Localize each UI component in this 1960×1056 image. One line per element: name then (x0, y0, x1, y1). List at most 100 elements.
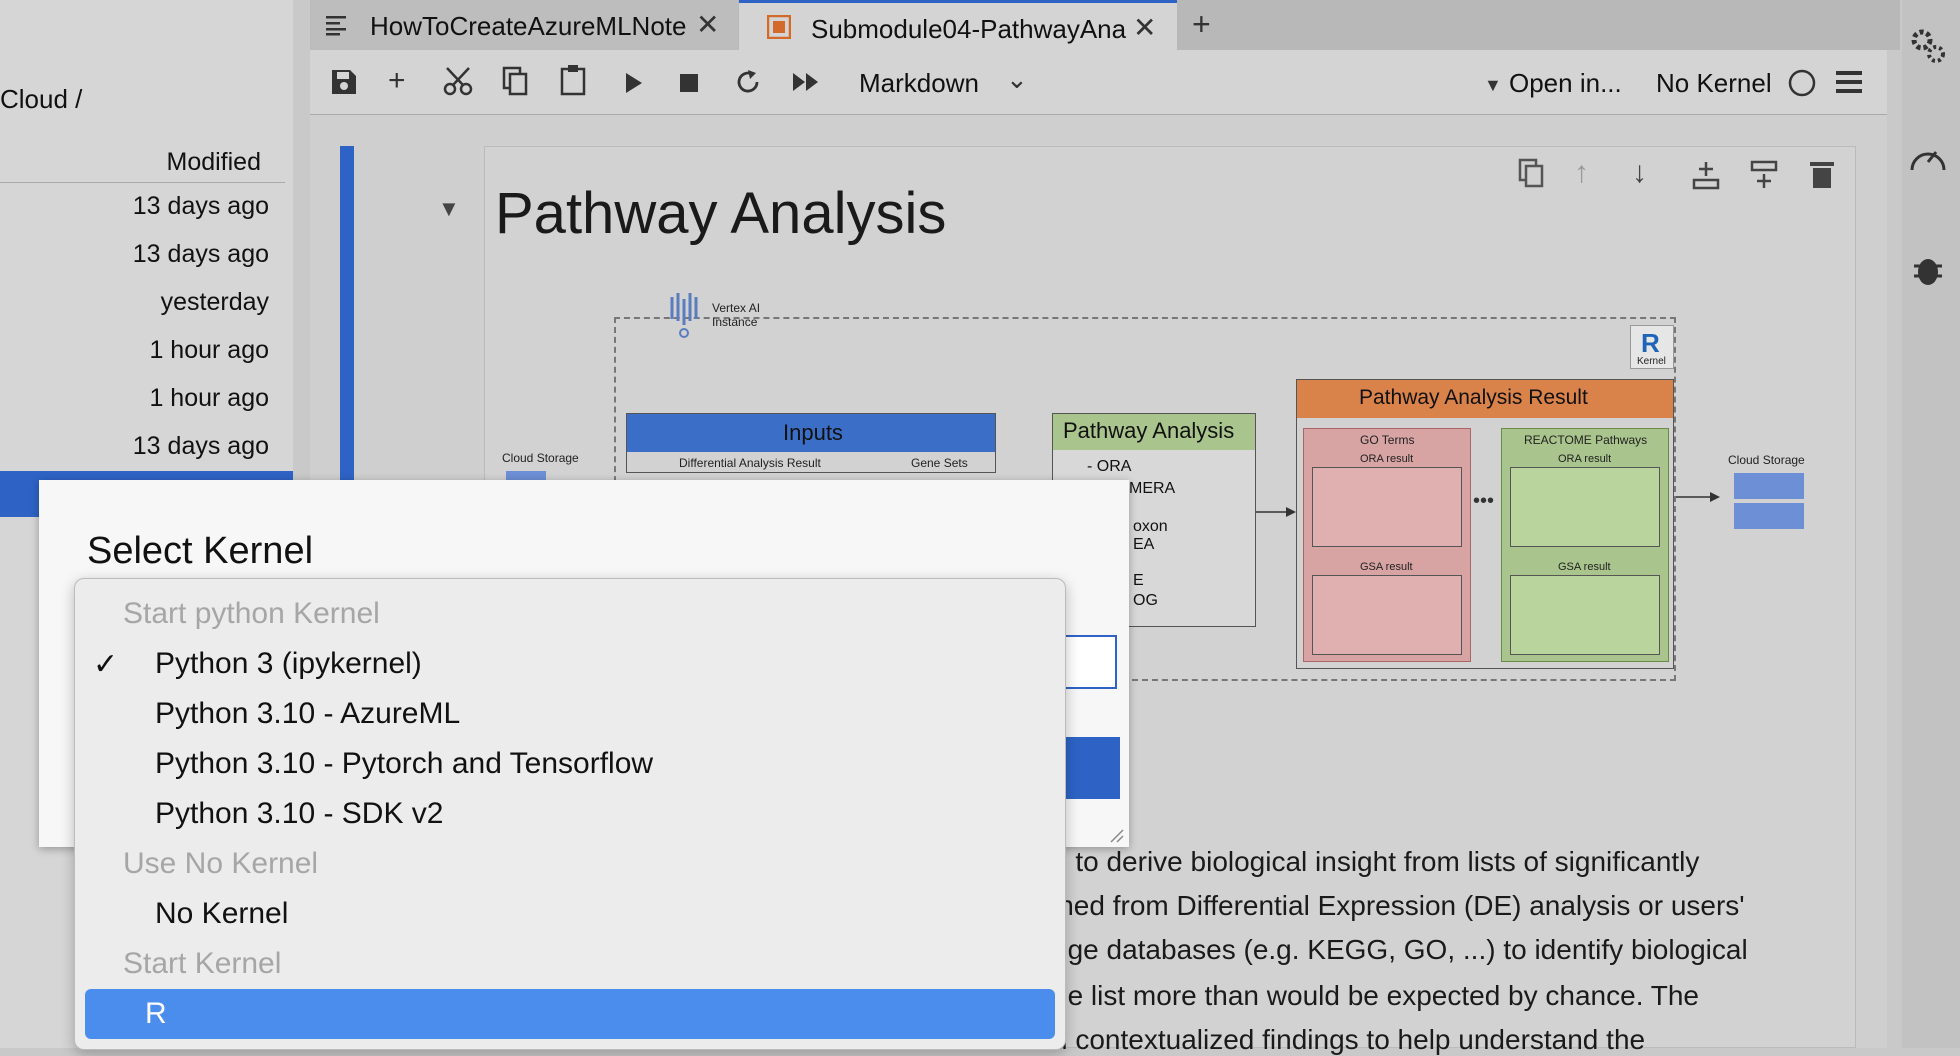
method-item: E (1133, 572, 1144, 589)
property-inspector-icon[interactable] (1910, 28, 1946, 64)
collapse-caret-icon[interactable]: ▼ (438, 196, 460, 222)
gauge-icon[interactable] (1908, 140, 1948, 176)
file-modified: 13 days ago (132, 192, 269, 220)
inputs-sub1: Differential Analysis Result (679, 456, 821, 470)
run-all-icon[interactable] (792, 72, 820, 92)
file-modified: yesterday (160, 288, 269, 316)
close-icon[interactable]: ✕ (696, 8, 719, 41)
r-logo-icon: R (1641, 328, 1660, 358)
inputs-box: Inputs Differential Analysis Result Gene… (626, 413, 996, 473)
markdown-line: ne list more than would be expected by c… (1052, 980, 1699, 1011)
vertex-label: Vertex AI (712, 301, 761, 315)
copy-icon[interactable] (502, 66, 530, 96)
file-modified: 1 hour ago (149, 336, 269, 364)
delete-cell-icon[interactable] (1810, 160, 1834, 188)
tab-pathway[interactable]: Submodule04-PathwayAna ✕ (739, 0, 1177, 50)
arrow-icon (1676, 492, 1720, 502)
caret-down-icon: ▼ (1484, 75, 1502, 95)
gsa-result-label: GSA result (1360, 561, 1413, 573)
add-cell-icon[interactable]: + (388, 64, 406, 98)
column-modified[interactable]: Modified (167, 148, 262, 177)
save-icon[interactable] (330, 68, 358, 96)
dialog-title: Select Kernel (87, 530, 314, 572)
method-item: - ORA (1087, 458, 1132, 475)
debugger-bug-icon[interactable] (1912, 252, 1944, 288)
tab-bar: HowToCreateAzureMLNote ✕ Submodule04-Pat… (310, 0, 1900, 50)
option-python310-pytorch-tensorflow[interactable]: Python 3.10 - Pytorch and Tensorflow (75, 739, 1065, 789)
markdown-line: d contextualized findings to help unders… (1052, 1024, 1646, 1055)
r-kernel-badge: R Kernel (1630, 325, 1674, 369)
duplicate-cell-icon[interactable] (1518, 158, 1546, 190)
file-list-header: Modified (0, 144, 285, 183)
markdown-line: d to derive biological insight from list… (1052, 846, 1700, 877)
file-modified: 13 days ago (132, 432, 269, 460)
move-down-icon[interactable]: ↓ (1632, 156, 1647, 190)
restart-icon[interactable] (734, 68, 762, 96)
ora-result-label: ORA result (1558, 453, 1612, 465)
vertex-ai-icon (670, 293, 698, 338)
cloud-storage-label: Cloud Storage (1728, 453, 1805, 467)
tab-title: HowToCreateAzureMLNote (370, 11, 687, 41)
cloud-storage-label: Cloud Storage (502, 451, 579, 465)
breadcrumb[interactable]: Cloud / (0, 84, 82, 115)
result-box: Pathway Analysis Result GO Terms ORA res… (1296, 379, 1674, 669)
ora-table (1312, 467, 1462, 547)
gsa-result-label: GSA result (1558, 561, 1611, 573)
pathway-title: Pathway Analysis (1063, 418, 1235, 443)
kernel-status-icon (1788, 69, 1816, 97)
chevron-down-icon[interactable]: ⌄ (1006, 62, 1028, 96)
kernel-dropdown-list: Start python Kernel ✓ Python 3 (ipykerne… (74, 578, 1066, 1050)
arrow-icon (1256, 507, 1296, 517)
open-in-button[interactable]: Open in... (1509, 66, 1622, 100)
cloud-storage-icon (1734, 503, 1804, 529)
go-terms-panel: GO Terms ORA result GSA result (1303, 428, 1471, 662)
ora-table (1510, 467, 1660, 547)
run-icon[interactable] (624, 72, 644, 94)
notebook-icon (767, 15, 791, 39)
option-no-kernel[interactable]: No Kernel (75, 889, 1065, 939)
option-python310-azureml[interactable]: Python 3.10 - AzureML (75, 689, 1065, 739)
document-icon (326, 16, 346, 36)
cell-type-select[interactable]: Markdown (859, 66, 979, 100)
new-tab-button[interactable]: + (1180, 0, 1230, 50)
stop-icon[interactable] (680, 74, 698, 92)
resize-grip-icon[interactable] (1109, 828, 1125, 844)
group-use-no-kernel: Use No Kernel (123, 847, 319, 880)
method-item: EA (1133, 536, 1155, 553)
result-header: Pathway Analysis Result (1297, 380, 1673, 418)
option-r[interactable]: R (75, 989, 1065, 1039)
paste-icon[interactable] (560, 64, 588, 96)
markdown-line: dge databases (e.g. KEGG, GO, ...) to id… (1052, 934, 1748, 965)
group-start-python: Start python Kernel (123, 597, 380, 630)
vertex-label: Instance (712, 315, 758, 329)
method-item: MERA (1129, 480, 1176, 497)
cut-icon[interactable] (443, 66, 473, 96)
option-python3-ipykernel[interactable]: ✓ Python 3 (ipykernel) (75, 639, 1065, 689)
inputs-sub2: Gene Sets (911, 456, 968, 470)
markdown-line: ined from Differential Expression (DE) a… (1052, 890, 1745, 921)
notebook-toolbar: + Markdown ⌄ ▼ Open in... No Kernel (310, 50, 1887, 115)
insert-above-icon[interactable] (1692, 160, 1720, 190)
menu-icon[interactable] (1836, 70, 1862, 94)
plus-icon: + (1192, 6, 1211, 42)
tab-title: Submodule04-PathwayAna (811, 14, 1127, 44)
insert-below-icon[interactable] (1750, 160, 1778, 190)
gsa-table (1510, 575, 1660, 655)
method-item: OG (1133, 592, 1158, 609)
ellipsis: ••• (1473, 490, 1495, 512)
go-terms-label: GO Terms (1360, 433, 1415, 447)
kernel-name-button[interactable]: No Kernel (1656, 66, 1772, 100)
ora-result-label: ORA result (1360, 453, 1414, 465)
tab-howto[interactable]: HowToCreateAzureMLNote ✕ (310, 0, 738, 50)
option-python310-sdkv2[interactable]: Python 3.10 - SDK v2 (75, 789, 1065, 839)
cloud-storage-icon (1734, 473, 1804, 499)
gsa-table (1312, 575, 1462, 655)
kernel-label: Kernel (1637, 356, 1666, 367)
inputs-header: Inputs (627, 414, 995, 452)
result-title: Pathway Analysis Result (1359, 386, 1588, 409)
close-icon[interactable]: ✕ (1133, 11, 1156, 44)
group-start-kernel: Start Kernel (123, 947, 282, 980)
move-up-icon[interactable]: ↑ (1574, 156, 1589, 190)
cell-heading: Pathway Analysis (495, 181, 947, 246)
checkmark-icon: ✓ (93, 648, 119, 681)
